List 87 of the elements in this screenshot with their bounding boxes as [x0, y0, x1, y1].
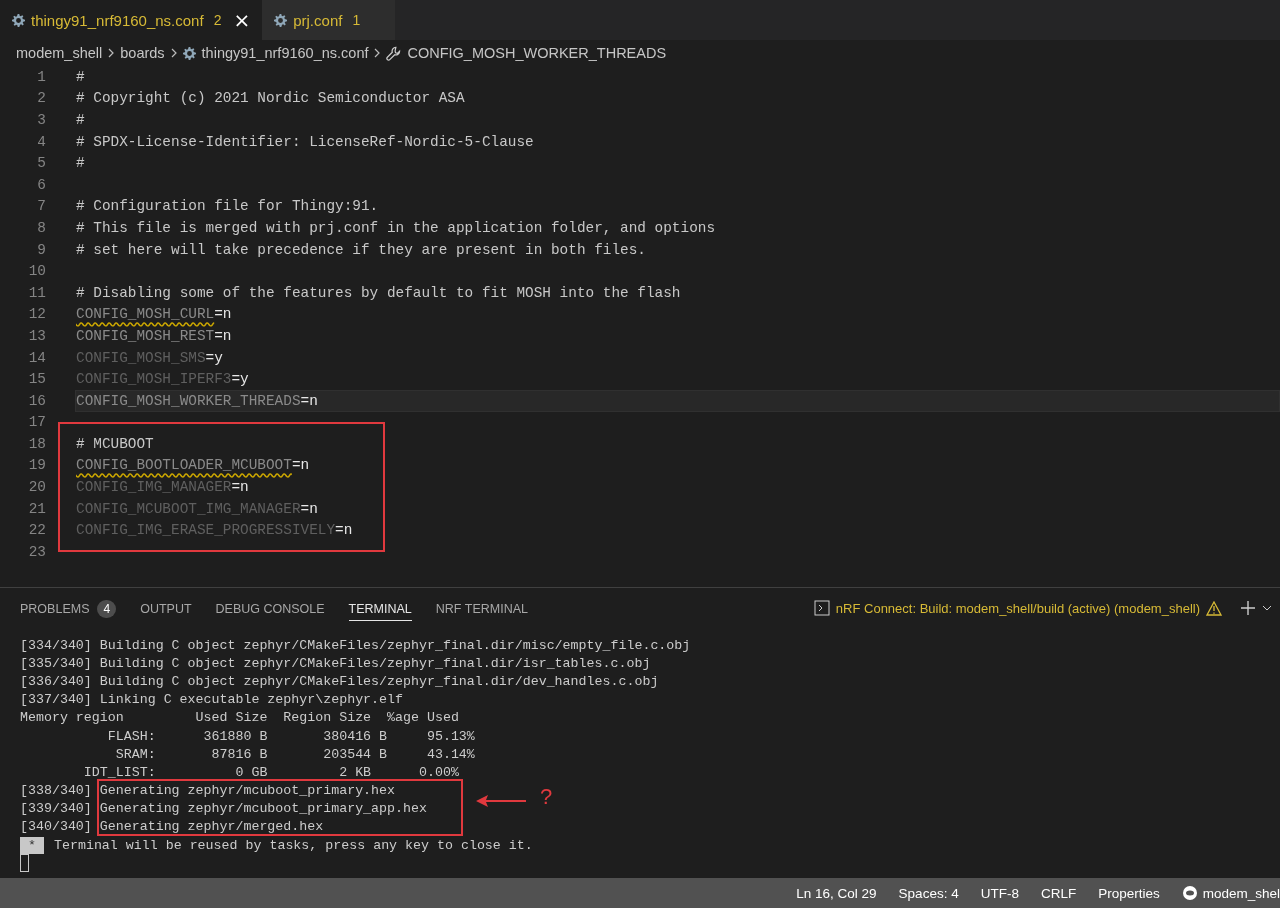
line-number: 15 [27, 371, 46, 388]
config-value: =n [291, 457, 310, 474]
config-key: CONFIG_MOSH_IPERF3 [76, 371, 232, 388]
terminal-line: [334/340] Building C object zephyr/CMakeFiles/zephyr_final.dir/misc/empty_file.c.obj [20, 637, 691, 653]
line-number: 5 [36, 155, 46, 172]
line-number: 20 [27, 479, 46, 496]
terminal-line: Memory region Used Size Region Size %age Used [20, 710, 459, 726]
line-number: 10 [27, 263, 46, 280]
status-item[interactable]: Ln 16, Col 29 [796, 885, 877, 901]
config-value: =y [231, 371, 249, 388]
line-number: 4 [36, 133, 46, 150]
config-key: CONFIG_MCUBOOT_IMG_MANAGER [76, 500, 301, 517]
terminal-line: [338/340] Generating zephyr/mcuboot_primary.hex [20, 783, 396, 799]
status-item[interactable]: modem_shel [1202, 885, 1280, 901]
terminal-line: SRAM: 87816 B 203544 B 43.14% [114, 746, 475, 762]
line-number: 7 [36, 198, 46, 215]
config-value: =n [300, 500, 318, 517]
breadcrumb[interactable]: thingy91_nrf9160_ns.conf [201, 45, 369, 61]
task-marker: * [20, 836, 44, 854]
panel-tab[interactable]: NRF TERMINAL [435, 595, 528, 621]
panel-tab[interactable]: TERMINAL [348, 595, 412, 621]
problem-count: 1 [352, 12, 361, 28]
line-number: 19 [27, 457, 46, 474]
line-number: 11 [27, 284, 46, 301]
task-name[interactable]: nRF Connect: Build: modem_shell/build (active) (modem_shell) [835, 600, 1200, 616]
line-number: 1 [36, 68, 46, 85]
editor-tab[interactable]: prj.conf 1 [262, 0, 396, 40]
breadcrumb[interactable]: boards [120, 45, 165, 61]
terminal-line: [335/340] Building C object zephyr/CMakeFiles/zephyr_final.dir/isr_tables.c.obj [20, 655, 651, 671]
config-key: CONFIG_MOSH_REST [76, 327, 215, 344]
terminal-line: Terminal will be reused by tasks, press any key to close it. [54, 837, 533, 853]
code-comment: # [76, 68, 85, 85]
panel-tab[interactable]: DEBUG CONSOLE [215, 595, 325, 621]
status-item[interactable]: UTF-8 [980, 885, 1019, 901]
code-comment: # set here will take precedence if they are present in both files. [76, 241, 646, 258]
terminal-line: [339/340] Generating zephyr/mcuboot_primary_app.hex [20, 801, 427, 817]
config-key: CONFIG_IMG_MANAGER [76, 479, 232, 496]
config-value: =y [205, 349, 223, 366]
code-comment: # Copyright (c) 2021 Nordic Semiconductor ASA [76, 90, 465, 107]
panel-tab[interactable]: PROBLEMS 4 [20, 593, 117, 623]
code-comment: # Configuration file for Thingy:91. [76, 198, 379, 215]
config-value: =n [214, 306, 232, 323]
editor-tab[interactable]: thingy91_nrf9160_ns.conf 2 × [0, 0, 263, 40]
config-value: =n [231, 479, 249, 496]
line-number: 21 [27, 500, 46, 517]
config-value: =n [335, 522, 353, 539]
config-key: CONFIG_IMG_ERASE_PROGRESSIVELY [76, 522, 336, 539]
terminal-line: [340/340] Generating zephyr/merged.hex [20, 819, 324, 835]
code-comment: # SPDX-License-Identifier: LicenseRef-Nordic-5-Clause [76, 133, 534, 150]
line-number: 6 [36, 176, 46, 193]
code-comment: # This file is merged with prj.conf in the application folder, and options [76, 219, 716, 236]
line-number: 22 [27, 522, 46, 539]
breadcrumb[interactable]: modem_shell [16, 45, 103, 61]
config-key: CONFIG_BOOTLOADER_MCUBOOT [76, 457, 292, 474]
line-number: 18 [27, 435, 46, 452]
line-number: 13 [27, 327, 46, 344]
config-value: =n [214, 327, 232, 344]
config-key: CONFIG_MOSH_SMS [76, 349, 206, 366]
line-number: 8 [36, 219, 46, 236]
status-item[interactable]: Spaces: 4 [898, 885, 959, 901]
code-comment: # Disabling some of the features by default to fit MOSH into the flash [76, 284, 681, 301]
line-number: 17 [27, 414, 46, 431]
config-key: CONFIG_MOSH_WORKER_THREADS [76, 392, 301, 409]
terminal-line: [336/340] Building C object zephyr/CMakeFiles/zephyr_final.dir/dev_handles.c.obj [20, 673, 659, 689]
line-number: 14 [27, 349, 46, 366]
line-number: 12 [27, 306, 46, 323]
line-number: 23 [27, 543, 46, 560]
code-comment: # [76, 112, 85, 128]
line-number: 3 [36, 112, 46, 128]
line-number: 16 [27, 392, 46, 409]
panel-tab[interactable]: OUTPUT [140, 595, 192, 621]
status-item[interactable]: CRLF [1040, 885, 1077, 901]
line-number: 9 [36, 241, 46, 258]
code-comment: # MCUBOOT [76, 435, 154, 452]
config-value: =n [300, 392, 318, 409]
question-mark: ? [540, 784, 553, 810]
config-key: CONFIG_MOSH_CURL [76, 306, 215, 323]
breadcrumb[interactable]: CONFIG_MOSH_WORKER_THREADS [407, 45, 667, 61]
close-icon[interactable]: × [233, 8, 251, 32]
line-number: 2 [36, 90, 46, 107]
status-item[interactable]: Properties [1098, 885, 1160, 901]
terminal-line: FLASH: 361880 B 380416 B 95.13% [106, 728, 475, 744]
terminal-line: IDT_LIST: 0 GB 2 KB 0.00% [82, 764, 459, 780]
count-badge: 4 [97, 599, 117, 618]
code-comment: # [76, 155, 85, 172]
terminal-line: [337/340] Linking C executable zephyr\zephyr.elf [20, 692, 403, 708]
problem-count: 2 [213, 12, 222, 28]
